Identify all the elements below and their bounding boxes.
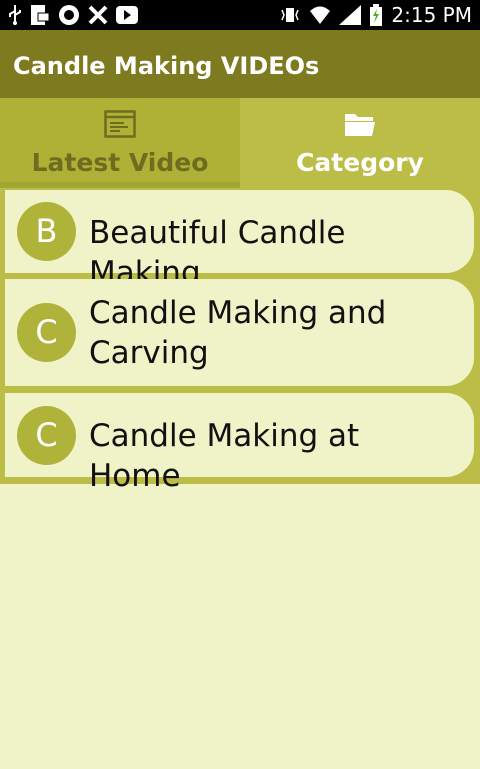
list-item[interactable]: C Candle Making and Carving — [5, 279, 474, 386]
clock: 2:15 PM — [391, 3, 472, 27]
list-item-title-line: Carving — [89, 335, 209, 371]
youtube-icon — [116, 6, 138, 24]
tab-category[interactable]: Category — [240, 98, 480, 188]
list-window-icon — [104, 110, 136, 138]
tab-bar: Latest Video Category — [0, 98, 480, 188]
list-item-title: Candle Making at Home — [89, 418, 360, 494]
category-list: B Beautiful Candle Making C Candle Makin… — [0, 188, 480, 494]
file-icon — [31, 5, 50, 25]
list-item[interactable]: C Candle Making at Home — [5, 393, 474, 494]
app-bar: Candle Making VIDEOs — [0, 30, 480, 98]
tab-latest-video[interactable]: Latest Video — [0, 98, 240, 188]
wifi-icon — [310, 6, 331, 24]
list-item-title: Candle Making and Carving — [89, 293, 459, 373]
vibrate-icon — [281, 8, 300, 22]
system-icons: 2:15 PM — [279, 0, 472, 30]
list-item[interactable]: B Beautiful Candle Making — [5, 190, 474, 291]
battery-icon — [370, 4, 383, 26]
folder-icon — [345, 114, 375, 136]
letter-avatar: B — [17, 202, 76, 261]
usb-icon — [9, 5, 21, 25]
letter-avatar: C — [17, 303, 76, 362]
tab-label: Latest Video — [31, 148, 209, 177]
notification-icons — [8, 4, 138, 26]
app-icon — [59, 5, 79, 25]
status-bar: 2:15 PM — [0, 0, 480, 30]
letter-avatar: C — [17, 406, 76, 465]
x-app-icon — [88, 5, 108, 25]
signal-icon — [339, 5, 362, 25]
app-title: Candle Making VIDEOs — [13, 52, 320, 80]
tab-label: Category — [296, 148, 424, 177]
list-item-title-line: Candle Making and — [89, 295, 387, 331]
